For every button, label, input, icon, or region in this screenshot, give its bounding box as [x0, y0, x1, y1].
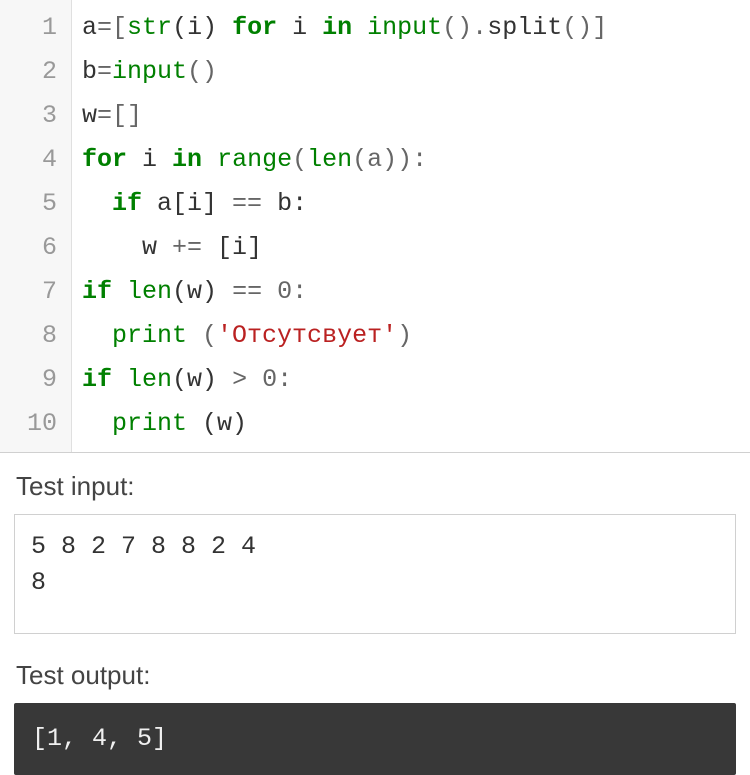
code-line[interactable]: print ('Отсутсвует') — [82, 314, 740, 358]
code-line[interactable]: w=[] — [82, 94, 740, 138]
line-number: 9 — [0, 358, 71, 402]
test-input-label: Test input: — [0, 453, 750, 514]
line-number: 3 — [0, 94, 71, 138]
code-content[interactable]: a=[str(i) for i in input().split()]b=inp… — [72, 0, 750, 452]
line-number: 7 — [0, 270, 71, 314]
line-number: 1 — [0, 6, 71, 50]
line-number: 2 — [0, 50, 71, 94]
code-line[interactable]: if len(w) > 0: — [82, 358, 740, 402]
line-number: 6 — [0, 226, 71, 270]
code-line[interactable]: for i in range(len(a)): — [82, 138, 740, 182]
code-line[interactable]: if len(w) == 0: — [82, 270, 740, 314]
test-input-box[interactable]: 5 8 2 7 8 8 2 4 8 — [14, 514, 736, 634]
code-line[interactable]: b=input() — [82, 50, 740, 94]
line-number: 5 — [0, 182, 71, 226]
line-number: 10 — [0, 402, 71, 446]
test-output-box: [1, 4, 5] — [14, 703, 736, 775]
code-editor[interactable]: 12345678910 a=[str(i) for i in input().s… — [0, 0, 750, 453]
code-line[interactable]: w += [i] — [82, 226, 740, 270]
code-line[interactable]: print (w) — [82, 402, 740, 446]
test-output-label: Test output: — [0, 642, 750, 703]
code-line[interactable]: a=[str(i) for i in input().split()] — [82, 6, 740, 50]
code-line[interactable]: if a[i] == b: — [82, 182, 740, 226]
line-number-gutter: 12345678910 — [0, 0, 72, 452]
line-number: 4 — [0, 138, 71, 182]
line-number: 8 — [0, 314, 71, 358]
